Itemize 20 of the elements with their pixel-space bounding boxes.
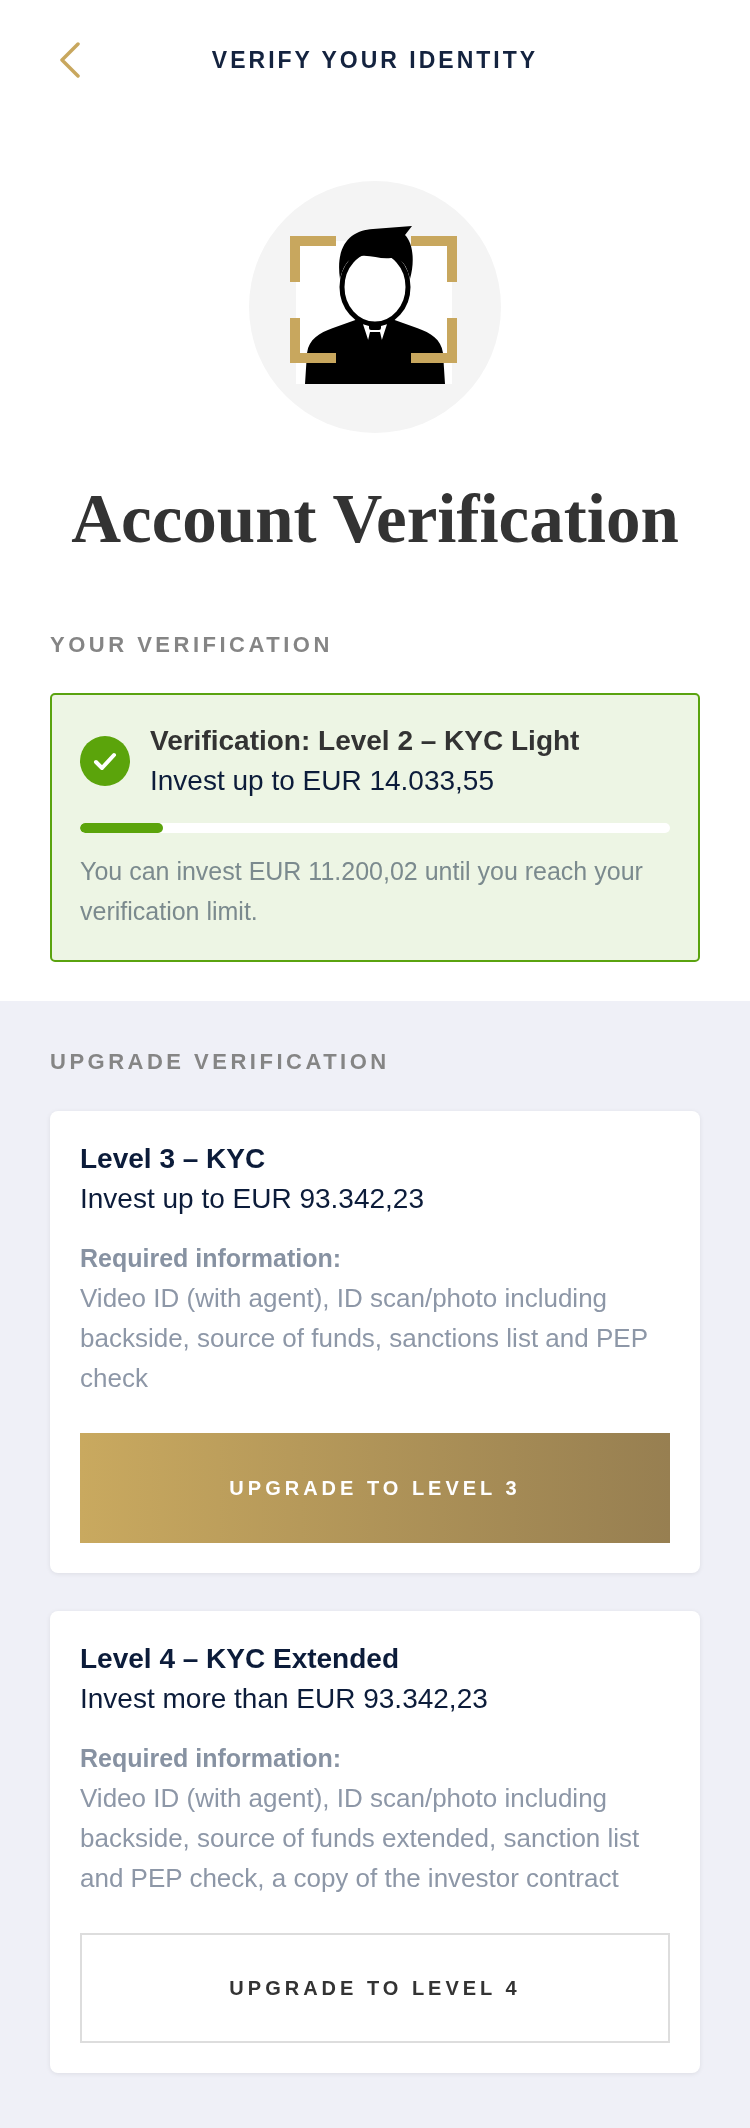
section-heading: YOUR VERIFICATION bbox=[50, 631, 334, 659]
page-title: Account Verification bbox=[70, 480, 680, 559]
required-text: Video ID (with agent), ID scan/photo including backside, source of funds, sanctions list and PEP check bbox=[80, 1282, 649, 1395]
check-icon bbox=[80, 736, 130, 786]
upgrade-button[interactable]: UPGRADE TO LEVEL 4 bbox=[80, 1933, 670, 2043]
verification-title: Verification: Level 2 – KYC Light bbox=[150, 724, 580, 758]
required-text: Video ID (with agent), ID scan/photo including backside, source of funds extended, sanction list and PEP check, a copy of the investor contract bbox=[80, 1782, 641, 1895]
person-frame-icon bbox=[249, 181, 501, 433]
limit-text: Invest more than EUR 93.342,23 bbox=[80, 1682, 489, 1716]
limit-note: You can invest EUR 11.200,02 until you reach your verification limit. bbox=[80, 856, 644, 927]
level-title: Level 4 – KYC Extended bbox=[80, 1642, 400, 1676]
limit-text: Invest up to EUR 93.342,23 bbox=[80, 1182, 425, 1216]
back-button[interactable] bbox=[59, 42, 81, 78]
required-label: Required information: bbox=[80, 1243, 343, 1274]
header-title: VERIFY YOUR IDENTITY bbox=[211, 46, 539, 74]
section-heading: UPGRADE VERIFICATION bbox=[50, 1048, 391, 1076]
required-label: Required information: bbox=[80, 1743, 343, 1774]
level-title: Level 3 – KYC bbox=[80, 1142, 267, 1176]
chevron-left-icon bbox=[59, 42, 81, 78]
limit-text: Invest up to EUR 14.033,55 bbox=[150, 764, 495, 798]
